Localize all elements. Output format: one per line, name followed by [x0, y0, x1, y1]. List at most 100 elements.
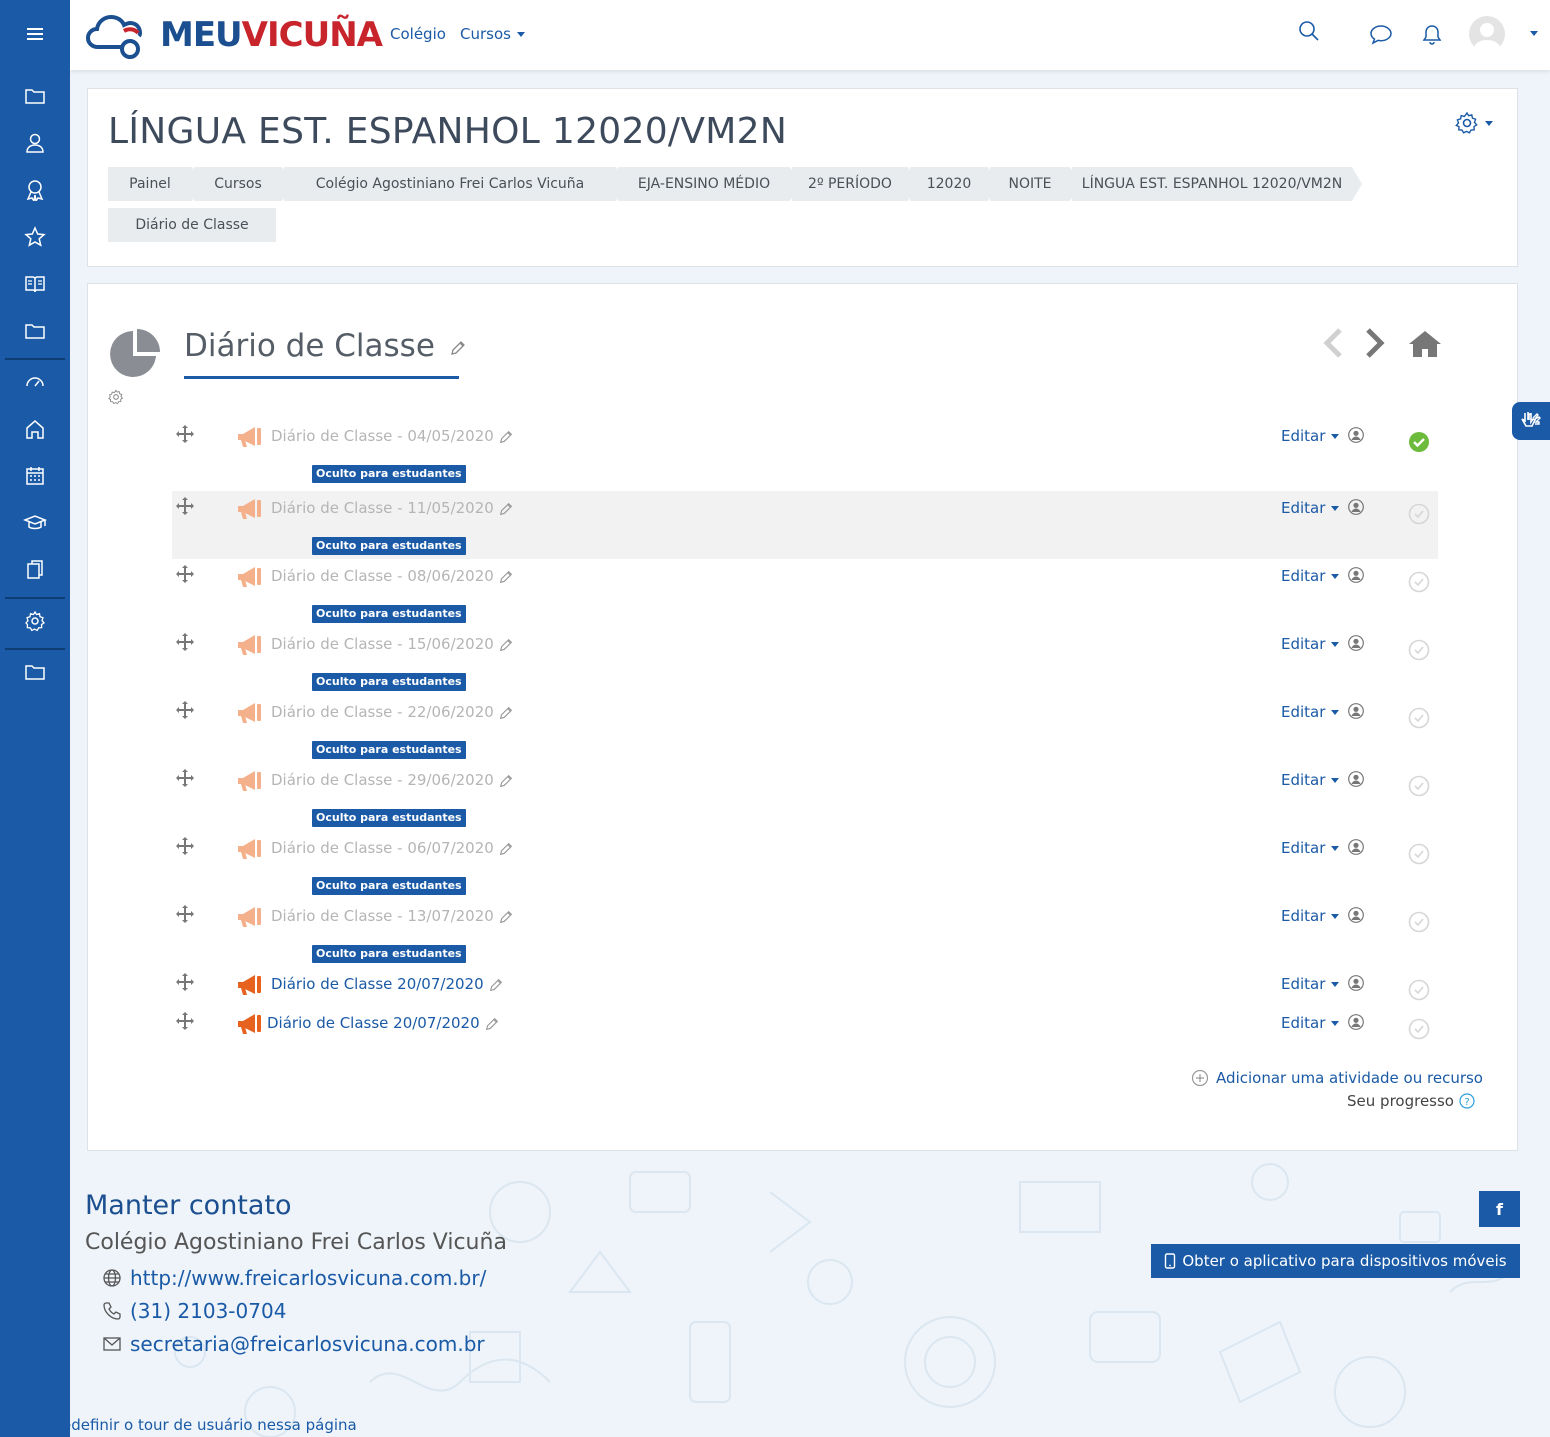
edit-menu[interactable]: Editar: [1281, 427, 1340, 445]
nav-colegio[interactable]: Colégio: [390, 25, 446, 43]
user-role-icon[interactable]: [1348, 427, 1364, 443]
folder-icon[interactable]: [0, 652, 70, 692]
activity-link[interactable]: Diário de Classe - 22/06/2020: [271, 703, 514, 721]
edit-menu[interactable]: Editar: [1281, 635, 1340, 653]
edit-menu[interactable]: Editar: [1281, 771, 1340, 789]
breadcrumb-colegio[interactable]: Colégio Agostiniano Frei Carlos Vicuña: [284, 167, 616, 201]
completion-checked-icon[interactable]: [1408, 431, 1430, 453]
section-title[interactable]: Diário de Classe: [184, 328, 467, 364]
user-role-icon[interactable]: [1348, 635, 1364, 651]
pencil-edit-icon[interactable]: [498, 637, 514, 653]
move-drag-handle-icon[interactable]: [176, 905, 194, 923]
footer-website-link[interactable]: http://www.freicarlosvicuna.com.br/: [102, 1266, 486, 1290]
messages-icon[interactable]: [1369, 23, 1393, 45]
activity-link[interactable]: Diário de Classe 20/07/2020: [267, 1014, 500, 1032]
dashboard-icon[interactable]: [0, 362, 70, 402]
completion-unchecked-icon[interactable]: [1408, 1018, 1430, 1040]
pencil-edit-icon[interactable]: [498, 909, 514, 925]
hamburger-menu-icon[interactable]: [0, 14, 70, 54]
user-role-icon[interactable]: [1348, 771, 1364, 787]
breadcrumb-periodo[interactable]: 2º PERÍODO: [792, 167, 908, 201]
move-drag-handle-icon[interactable]: [176, 425, 194, 443]
participants-icon[interactable]: [0, 123, 70, 163]
completion-unchecked-icon[interactable]: [1408, 571, 1430, 593]
facebook-button[interactable]: f: [1479, 1191, 1520, 1227]
activity-link[interactable]: Diário de Classe - 11/05/2020: [271, 499, 514, 517]
pencil-edit-icon[interactable]: [498, 501, 514, 517]
site-logo[interactable]: MEUVICUÑA: [86, 9, 383, 61]
edit-menu[interactable]: Editar: [1281, 839, 1340, 857]
move-drag-handle-icon[interactable]: [176, 633, 194, 651]
activity-link[interactable]: Diário de Classe - 13/07/2020: [271, 907, 514, 925]
activity-link[interactable]: Diário de Classe - 04/05/2020: [271, 427, 514, 445]
calendar-icon[interactable]: [0, 456, 70, 496]
help-question-icon[interactable]: ?: [1459, 1093, 1475, 1109]
move-drag-handle-icon[interactable]: [176, 973, 194, 991]
pencil-edit-icon[interactable]: [498, 841, 514, 857]
book-icon[interactable]: [0, 264, 70, 304]
user-role-icon[interactable]: [1348, 703, 1364, 719]
graduation-cap-icon[interactable]: [0, 503, 70, 543]
move-drag-handle-icon[interactable]: [176, 497, 194, 515]
activity-link[interactable]: Diário de Classe - 15/06/2020: [271, 635, 514, 653]
pencil-edit-icon[interactable]: [498, 429, 514, 445]
user-avatar[interactable]: [1469, 16, 1505, 52]
user-role-icon[interactable]: [1348, 499, 1364, 515]
move-drag-handle-icon[interactable]: [176, 701, 194, 719]
user-menu-chevron-icon[interactable]: [1530, 31, 1538, 36]
footer-phone[interactable]: (31) 2103-0704: [102, 1299, 286, 1323]
next-section-arrow-icon[interactable]: [1364, 327, 1386, 359]
star-icon[interactable]: [0, 217, 70, 257]
breadcrumb-course[interactable]: LÍNGUA EST. ESPANHOL 12020/VM2N: [1072, 167, 1352, 201]
edit-menu[interactable]: Editar: [1281, 907, 1340, 925]
badges-icon[interactable]: [0, 170, 70, 210]
section-settings-icon[interactable]: [108, 389, 124, 405]
breadcrumb-eja[interactable]: EJA-ENSINO MÉDIO: [618, 167, 790, 201]
activity-link[interactable]: Diário de Classe - 06/07/2020: [271, 839, 514, 857]
pencil-edit-icon[interactable]: [498, 773, 514, 789]
course-settings-menu[interactable]: [1455, 111, 1493, 135]
activity-link[interactable]: Diário de Classe 20/07/2020: [271, 975, 504, 993]
breadcrumb-painel[interactable]: Painel: [108, 167, 192, 201]
breadcrumb-cursos[interactable]: Cursos: [194, 167, 282, 201]
settings-icon[interactable]: [0, 601, 70, 641]
user-role-icon[interactable]: [1348, 567, 1364, 583]
user-role-icon[interactable]: [1348, 975, 1364, 991]
home-icon[interactable]: [0, 409, 70, 449]
user-role-icon[interactable]: [1348, 1014, 1364, 1030]
completion-unchecked-icon[interactable]: [1408, 775, 1430, 797]
pencil-edit-icon[interactable]: [498, 705, 514, 721]
edit-menu[interactable]: Editar: [1281, 499, 1340, 517]
nav-cursos-dropdown[interactable]: Cursos: [460, 25, 525, 43]
pencil-edit-icon[interactable]: [449, 339, 467, 357]
move-drag-handle-icon[interactable]: [176, 565, 194, 583]
move-drag-handle-icon[interactable]: [176, 1012, 194, 1030]
edit-menu[interactable]: Editar: [1281, 703, 1340, 721]
pencil-edit-icon[interactable]: [484, 1016, 500, 1032]
completion-unchecked-icon[interactable]: [1408, 503, 1430, 525]
user-role-icon[interactable]: [1348, 839, 1364, 855]
search-icon[interactable]: [1298, 20, 1320, 42]
add-activity-link[interactable]: Adicionar uma atividade ou recurso: [1191, 1069, 1483, 1087]
move-drag-handle-icon[interactable]: [176, 769, 194, 787]
reset-tour-link[interactable]: edefinir o tour de usuário nessa página: [70, 1416, 357, 1434]
activity-link[interactable]: Diário de Classe - 29/06/2020: [271, 771, 514, 789]
breadcrumb-noite[interactable]: NOITE: [990, 167, 1070, 201]
completion-unchecked-icon[interactable]: [1408, 979, 1430, 1001]
user-role-icon[interactable]: [1348, 907, 1364, 923]
home-section-icon[interactable]: [1408, 330, 1442, 358]
activity-link[interactable]: Diário de Classe - 08/06/2020: [271, 567, 514, 585]
notifications-bell-icon[interactable]: [1422, 24, 1442, 46]
completion-unchecked-icon[interactable]: [1408, 911, 1430, 933]
edit-menu[interactable]: Editar: [1281, 975, 1340, 993]
files-icon[interactable]: [0, 550, 70, 590]
pencil-edit-icon[interactable]: [498, 569, 514, 585]
footer-email-link[interactable]: secretaria@freicarlosvicuna.com.br: [102, 1332, 485, 1356]
pencil-edit-icon[interactable]: [488, 977, 504, 993]
folder-icon[interactable]: [0, 76, 70, 116]
prev-section-arrow-icon[interactable]: [1322, 327, 1344, 359]
completion-unchecked-icon[interactable]: [1408, 707, 1430, 729]
completion-unchecked-icon[interactable]: [1408, 639, 1430, 661]
completion-unchecked-icon[interactable]: [1408, 843, 1430, 865]
move-drag-handle-icon[interactable]: [176, 837, 194, 855]
